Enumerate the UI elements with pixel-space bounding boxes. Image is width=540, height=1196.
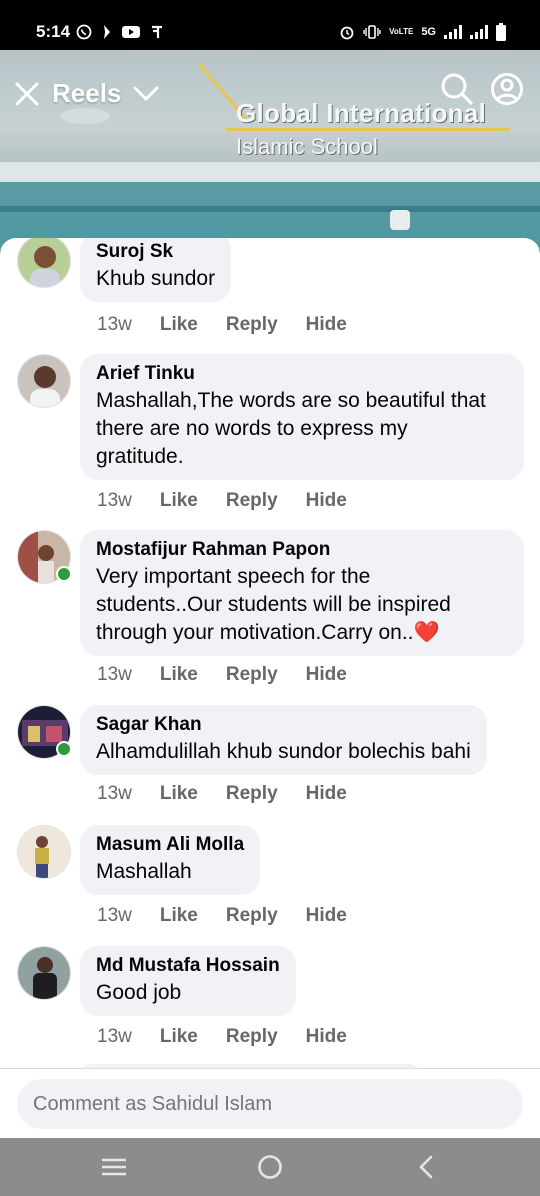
commenter-name[interactable]: Arief Tinku	[96, 361, 508, 387]
comment-text-line: students..Our students will be inspired	[96, 593, 451, 616]
commenter-name[interactable]: Suroj Sk	[96, 239, 215, 265]
like-button[interactable]: Like	[160, 905, 198, 927]
close-icon[interactable]	[14, 81, 40, 107]
signal-1-icon	[444, 25, 462, 39]
reply-button[interactable]: Reply	[226, 490, 278, 512]
commenter-name[interactable]: Sagar Khan	[96, 712, 471, 738]
back-arrow-icon	[419, 1155, 433, 1179]
brand-subtitle: Islamic School	[236, 134, 378, 159]
comment-bubble[interactable]: Md Mustafa Hossain Good job	[80, 946, 296, 1016]
comment-actions: 13w Like Reply Hide	[97, 490, 375, 512]
hide-button[interactable]: Hide	[306, 664, 347, 686]
system-nav-bar	[0, 1138, 540, 1196]
comment-actions: 13w Like Reply Hide	[97, 905, 375, 927]
comment-actions: 13w Like Reply Hide	[97, 1026, 375, 1048]
reels-header: Reels	[14, 78, 159, 109]
comment-text: Good job	[96, 981, 182, 1004]
comment-text-line: Very important speech for the	[96, 565, 371, 588]
comment-actions: 13w Like Reply Hide	[97, 783, 375, 805]
status-time: 5:14	[36, 22, 71, 41]
hide-button[interactable]: Hide	[306, 783, 347, 805]
status-left-icons	[76, 22, 164, 42]
reply-button[interactable]: Reply	[226, 1026, 278, 1048]
hide-button[interactable]: Hide	[306, 1026, 347, 1048]
online-status-dot	[56, 741, 72, 757]
phonepe-icon	[152, 25, 162, 38]
avatar[interactable]	[17, 238, 71, 288]
comment-actions: 13w Like Reply Hide	[97, 314, 375, 336]
reply-button[interactable]: Reply	[226, 783, 278, 805]
comment-text: Alhamdulillah khub sundor bolechis bahi	[96, 740, 471, 763]
chevron-down-icon[interactable]	[133, 85, 159, 103]
comment-text-line: gratitude.	[96, 445, 184, 468]
nav-arrow-icon	[104, 25, 110, 39]
commenter-name[interactable]: Mostafijur Rahman Papon	[96, 537, 508, 563]
like-button[interactable]: Like	[160, 314, 198, 336]
comment-bubble[interactable]: Arief Tinku Mashallah,The words are so b…	[80, 354, 524, 480]
reels-title[interactable]: Reels	[52, 78, 121, 109]
youtube-icon	[122, 26, 140, 38]
status-right-icons: VoLTE 5G	[339, 22, 506, 42]
comment-bubble[interactable]: Masum Ali Molla Mashallah	[80, 825, 261, 895]
reels-top-actions	[440, 72, 524, 106]
comment-text-line: there are no words to express my	[96, 417, 408, 440]
comment-time: 13w	[97, 490, 132, 511]
hide-button[interactable]: Hide	[306, 314, 347, 336]
cctv-camera	[390, 210, 410, 230]
avatar[interactable]	[17, 946, 71, 1000]
comment-time: 13w	[97, 1026, 132, 1047]
comment-bubble[interactable]: Sagar Khan Alhamdulillah khub sundor bol…	[80, 705, 487, 775]
comment-time: 13w	[97, 783, 132, 804]
comment-text: Khub sundor	[96, 267, 216, 290]
comment-text-line: through your motivation.Carry on..❤️	[96, 621, 440, 644]
avatar[interactable]	[17, 354, 71, 408]
ceiling-edge	[0, 162, 540, 182]
profile-icon[interactable]	[490, 72, 524, 106]
battery-icon	[496, 23, 506, 41]
comment-time: 13w	[97, 314, 132, 335]
comment-bubble[interactable]: Suroj Sk Khub sundor	[80, 238, 232, 302]
online-status-dot	[56, 566, 72, 582]
volte-label: VoLTE	[389, 27, 414, 36]
like-button[interactable]: Like	[160, 664, 198, 686]
reply-button[interactable]: Reply	[226, 314, 278, 336]
home-button[interactable]	[254, 1152, 286, 1182]
comment-text-line: Mashallah,The words are so beautiful tha…	[96, 389, 486, 412]
wall-stripe	[0, 206, 540, 212]
comment-text: Mashallah	[96, 860, 192, 883]
alarm-icon	[340, 26, 354, 40]
hide-button[interactable]: Hide	[306, 490, 347, 512]
comment-composer	[0, 1068, 540, 1138]
commenter-name[interactable]: Masum Ali Molla	[96, 832, 244, 858]
avatar[interactable]	[17, 825, 71, 879]
menu-icon	[102, 1158, 126, 1176]
home-circle-icon	[258, 1155, 282, 1179]
status-bar: 5:14 VoLTE 5G	[0, 0, 540, 50]
hide-button[interactable]: Hide	[306, 905, 347, 927]
recent-apps-button[interactable]	[98, 1152, 130, 1182]
signal-2-icon	[470, 25, 488, 39]
comment-bubble[interactable]: Mostafijur Rahman Papon Very important s…	[80, 530, 524, 656]
reply-button[interactable]: Reply	[226, 905, 278, 927]
comment-actions: 13w Like Reply Hide	[97, 664, 375, 686]
back-button[interactable]	[410, 1152, 442, 1182]
like-button[interactable]: Like	[160, 490, 198, 512]
like-button[interactable]: Like	[160, 1026, 198, 1048]
like-button[interactable]: Like	[160, 783, 198, 805]
reply-button[interactable]: Reply	[226, 664, 278, 686]
comment-time: 13w	[97, 905, 132, 926]
search-icon[interactable]	[440, 72, 474, 106]
comment-input[interactable]	[17, 1079, 523, 1129]
brand-underline	[226, 128, 510, 131]
comments-sheet[interactable]: Suroj Sk Khub sundor 13w Like Reply Hide…	[0, 238, 540, 1138]
comment-time: 13w	[97, 664, 132, 685]
commenter-name[interactable]: Md Mustafa Hossain	[96, 953, 280, 979]
network-type: 5G	[421, 26, 436, 38]
ceiling-fan	[60, 108, 110, 124]
whatsapp-icon	[76, 24, 92, 40]
vibrate-icon	[363, 25, 381, 39]
